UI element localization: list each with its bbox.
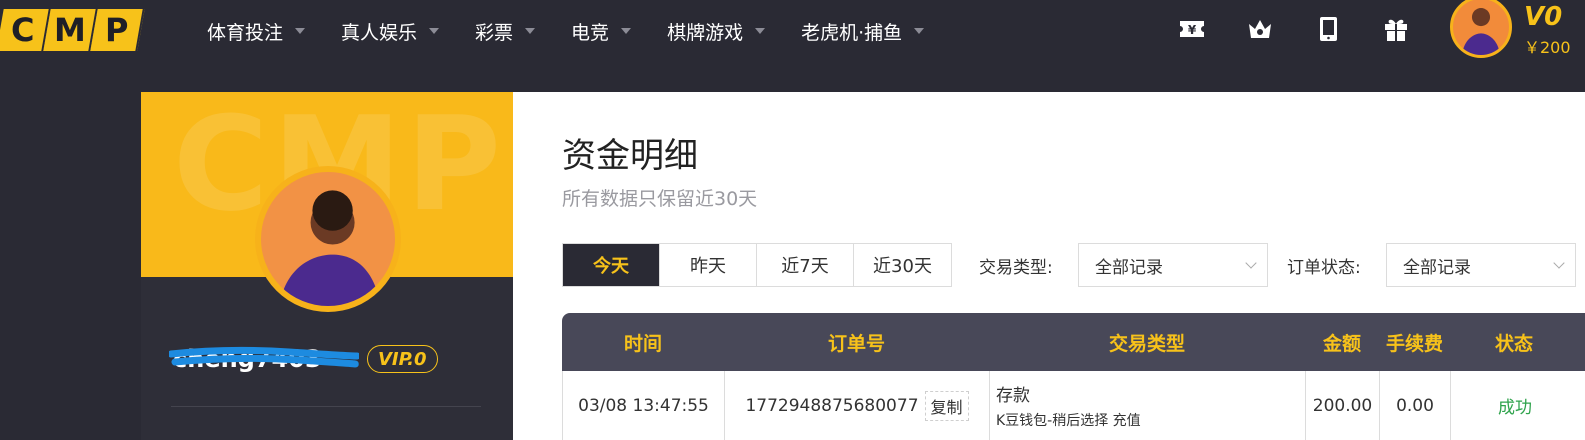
tab-last-7-days[interactable]: 近7天 — [757, 244, 854, 286]
type-detail: K豆钱包-稍后选择 充值 — [996, 413, 1141, 429]
chevron-down-icon — [755, 28, 766, 34]
column-header-status: 状态 — [1494, 332, 1533, 355]
svg-text:¥: ¥ — [1188, 23, 1197, 37]
cell-order-no: 1772948875680077 复制 — [725, 371, 990, 440]
date-range-tabs: 今天 昨天 近7天 近30天 — [562, 243, 952, 287]
nav-label: 棋牌游戏 — [667, 21, 744, 44]
logo-letter: P — [104, 11, 129, 49]
select-value: 全部记录 — [1403, 257, 1471, 278]
avatar-ring — [1450, 0, 1512, 58]
tab-last-30-days[interactable]: 近30天 — [854, 244, 951, 286]
crown-icon[interactable] — [1243, 12, 1277, 46]
yen-ticket-icon[interactable]: ¥ — [1175, 12, 1209, 46]
logo-tile: C — [0, 9, 51, 51]
logo-tile: M — [43, 9, 98, 51]
header-icon-group: ¥ — [1175, 12, 1447, 46]
header-avatar[interactable] — [1450, 0, 1512, 58]
transaction-type-select[interactable]: 全部记录 — [1078, 243, 1268, 287]
transaction-type-label: 交易类型: — [979, 257, 1053, 278]
nav-label: 体育投注 — [207, 21, 284, 44]
redaction-scribble — [169, 346, 359, 368]
header-balance: ￥200 — [1524, 38, 1571, 57]
nav-item-live-casino[interactable]: 真人娱乐 — [341, 18, 440, 45]
nav-item-slots-fishing[interactable]: 老虎机·捕鱼 — [801, 18, 925, 45]
cell-type: 存款 K豆钱包-稍后选择 充值 — [990, 371, 1306, 440]
logo-letter: M — [53, 11, 86, 49]
top-header: C M P 体育投注 真人娱乐 彩票 电竞 棋牌游戏 老虎机·捕鱼 ¥ V0 ￥… — [0, 0, 1585, 62]
gift-icon[interactable] — [1379, 12, 1413, 46]
page-title: 资金明细 — [562, 136, 698, 176]
table-header: 时间 订单号 交易类型 金额 手续费 状态 — [562, 313, 1585, 371]
chevron-down-icon — [429, 28, 440, 34]
tablet-icon[interactable] — [1311, 12, 1345, 46]
chevron-down-icon — [525, 28, 536, 34]
order-status-label: 订单状态: — [1287, 257, 1361, 278]
cell-status: 成功 — [1498, 398, 1532, 418]
copy-order-button[interactable]: 复制 — [924, 390, 969, 421]
column-header-time: 时间 — [623, 332, 662, 355]
nav-item-esports[interactable]: 电竞 — [571, 18, 632, 45]
chevron-down-icon — [621, 28, 632, 34]
tab-yesterday[interactable]: 昨天 — [660, 244, 757, 286]
tab-today[interactable]: 今天 — [563, 244, 660, 286]
transactions-table: 时间 订单号 交易类型 金额 手续费 状态 03/08 13:47:55 177… — [562, 313, 1585, 440]
divider — [171, 406, 481, 407]
chevron-down-icon — [1553, 257, 1565, 269]
select-value: 全部记录 — [1095, 257, 1163, 278]
main-nav: 体育投注 真人娱乐 彩票 电竞 棋牌游戏 老虎机·捕鱼 — [207, 0, 960, 62]
order-number: 1772948875680077 — [745, 395, 919, 416]
profile-avatar — [255, 166, 401, 312]
logo-tile: P — [90, 9, 145, 51]
cell-fee: 0.00 — [1380, 371, 1451, 440]
chevron-down-icon — [914, 28, 925, 34]
site-logo[interactable]: C M P — [0, 9, 145, 51]
nav-label: 彩票 — [475, 21, 514, 44]
chevron-down-icon — [1245, 257, 1257, 269]
column-header-order-no: 订单号 — [827, 332, 885, 355]
nav-label: 老虎机·捕鱼 — [801, 21, 903, 44]
page-subtitle: 所有数据只保留近30天 — [562, 188, 758, 210]
nav-item-sports[interactable]: 体育投注 — [207, 18, 306, 45]
vip-badge: VIP.0 — [367, 345, 438, 373]
profile-panel: CMP cheng7403 VIP.0 — [141, 92, 513, 440]
chevron-down-icon — [295, 28, 306, 34]
nav-label: 电竞 — [571, 21, 610, 44]
nav-item-card-games[interactable]: 棋牌游戏 — [667, 18, 766, 45]
cell-amount: 200.00 — [1306, 371, 1380, 440]
table-row: 03/08 13:47:55 1772948875680077 复制 存款 K豆… — [562, 371, 1585, 440]
logo-letter: C — [10, 11, 35, 49]
column-header-fee: 手续费 — [1385, 332, 1443, 355]
column-header-amount: 金额 — [1322, 332, 1361, 355]
order-status-select[interactable]: 全部记录 — [1386, 243, 1576, 287]
nav-label: 真人娱乐 — [341, 21, 418, 44]
cell-time: 03/08 13:47:55 — [563, 371, 725, 440]
type-main: 存款 — [996, 386, 1030, 406]
fund-details-panel: 资金明细 所有数据只保留近30天 今天 昨天 近7天 近30天 交易类型: 全部… — [513, 92, 1585, 440]
header-vip-level: V0 — [1524, 2, 1563, 32]
column-header-type: 交易类型 — [1108, 332, 1185, 355]
nav-item-lottery[interactable]: 彩票 — [475, 18, 536, 45]
